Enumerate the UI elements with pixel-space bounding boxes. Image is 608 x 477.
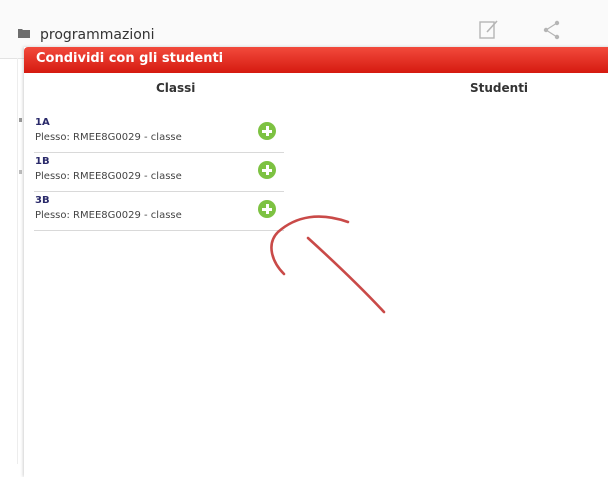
class-name: 1A: [35, 117, 50, 128]
add-class-1b-button[interactable]: [258, 161, 276, 179]
dialog-header: Condividi con gli studenti: [24, 47, 608, 73]
add-class-3b-button[interactable]: [258, 200, 276, 218]
class-name: 1B: [35, 156, 50, 167]
folder-icon: [18, 29, 30, 38]
classes-column-header: Classi: [156, 81, 196, 95]
class-list: 1A Plesso: RMEE8G0029 - classe 1B Plesso…: [34, 114, 284, 231]
background-marker: [19, 118, 22, 122]
share-dialog: Condividi con gli studenti Classi Studen…: [24, 47, 608, 477]
background-marker: [19, 170, 22, 174]
class-name: 3B: [35, 195, 50, 206]
students-column-header: Studenti: [470, 81, 529, 95]
dialog-title: Condividi con gli studenti: [36, 51, 224, 66]
class-row-1a: 1A Plesso: RMEE8G0029 - classe: [34, 114, 284, 153]
background-divider: [17, 58, 18, 464]
class-subtitle: Plesso: RMEE8G0029 - classe: [35, 210, 182, 221]
share-icon[interactable]: [542, 20, 562, 40]
edit-icon[interactable]: [478, 18, 500, 40]
class-row-1b: 1B Plesso: RMEE8G0029 - classe: [34, 153, 284, 192]
page-title[interactable]: programmazioni: [40, 27, 155, 43]
class-subtitle: Plesso: RMEE8G0029 - classe: [35, 171, 182, 182]
add-class-1a-button[interactable]: [258, 122, 276, 140]
class-subtitle: Plesso: RMEE8G0029 - classe: [35, 132, 182, 143]
class-row-3b: 3B Plesso: RMEE8G0029 - classe: [34, 192, 284, 231]
